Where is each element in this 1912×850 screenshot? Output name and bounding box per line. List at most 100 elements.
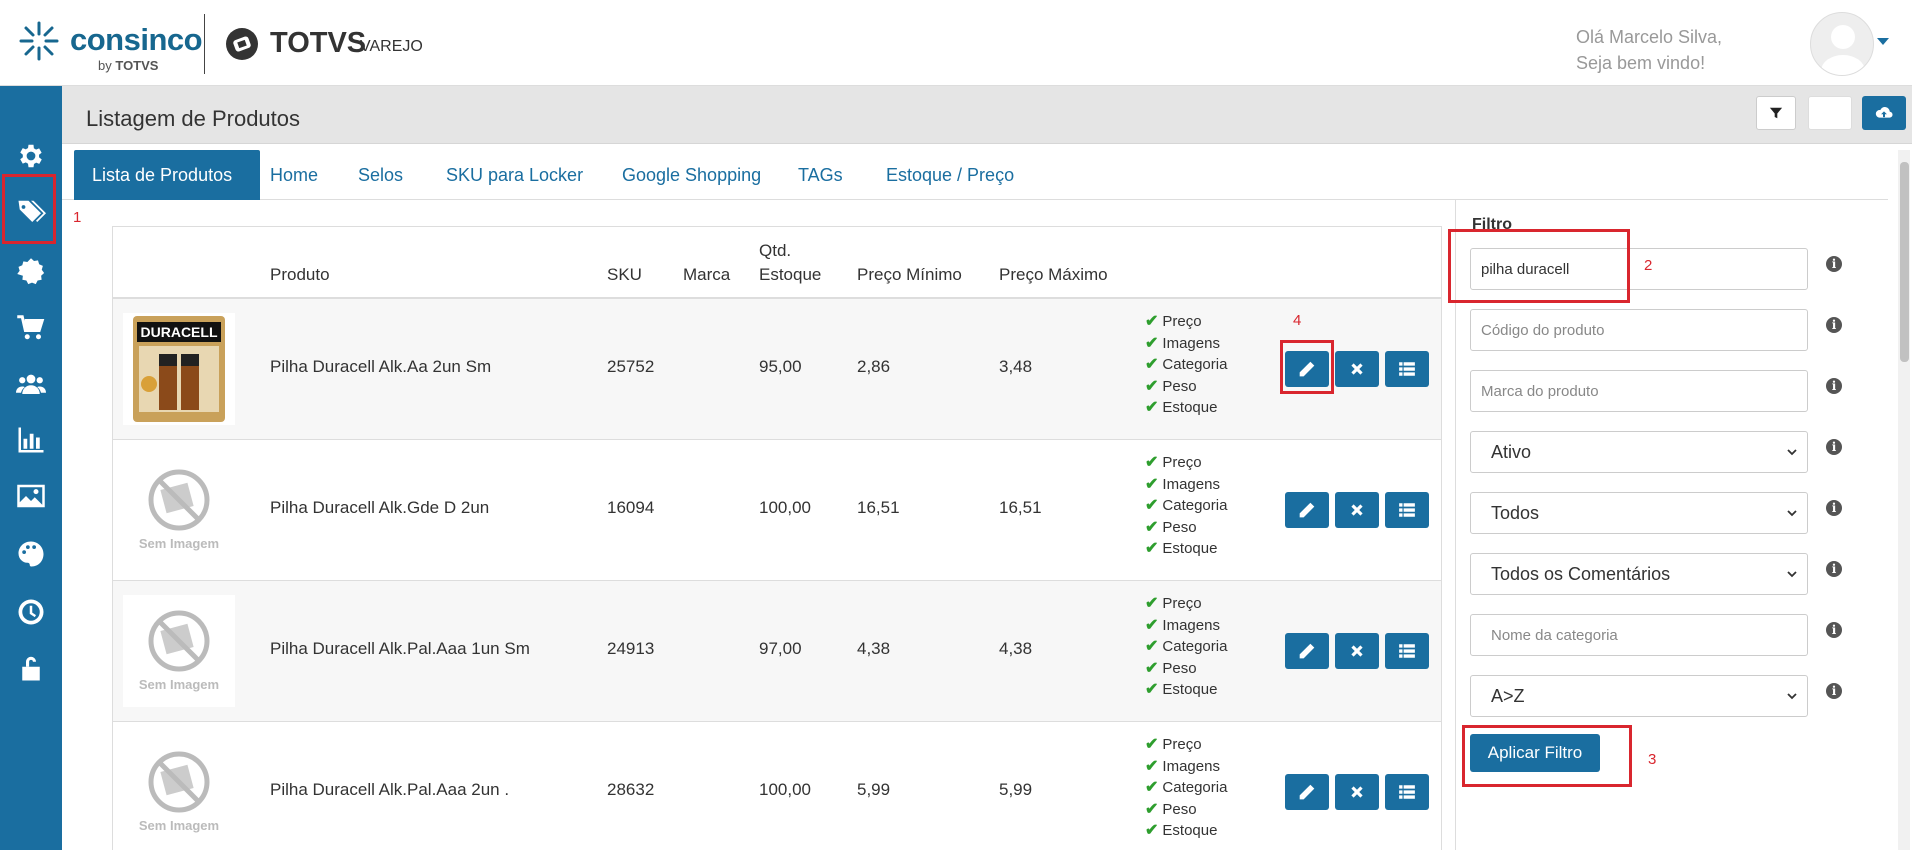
brand-field[interactable]: Marca do produto <box>1470 370 1808 412</box>
status-checklist: ✔ Preço ✔ Imagens ✔ Categoria ✔ Peso ✔ Estoqu… <box>1145 734 1227 842</box>
check-icon: ✔ <box>1145 822 1159 839</box>
no-image-placeholder: Sem Imagem <box>123 454 235 566</box>
cart-icon[interactable] <box>13 310 49 346</box>
products-table: Produto SKU Marca Qtd. Estoque Preço Mín… <box>112 226 1442 850</box>
chevron-down-icon[interactable] <box>1877 38 1889 45</box>
table-header: Produto SKU Marca Qtd. Estoque Preço Mín… <box>113 227 1441 299</box>
table-row: Sem Imagem Pilha Duracell Alk.Pal.Aaa 2u… <box>113 722 1441 850</box>
check-estoque: ✔ Estoque <box>1145 538 1227 560</box>
table-row: Sem Imagem Pilha Duracell Alk.Pal.Aaa 1u… <box>113 581 1441 722</box>
details-button[interactable] <box>1385 633 1429 669</box>
tab-selos[interactable]: Selos <box>340 150 421 200</box>
image-icon[interactable] <box>13 478 49 514</box>
info-icon[interactable]: i <box>1826 500 1842 516</box>
delete-button[interactable] <box>1335 633 1379 669</box>
cell-sku: 16094 <box>607 498 655 517</box>
tab-home[interactable]: Home <box>252 150 336 200</box>
list-icon <box>1399 362 1415 376</box>
tab-lista-de-produtos[interactable]: Lista de Produtos <box>74 150 260 200</box>
cloud-upload-button[interactable] <box>1862 96 1906 130</box>
svg-text:DURACELL: DURACELL <box>141 324 218 340</box>
unlock-icon[interactable] <box>13 650 49 686</box>
cell-qtd: 100,00 <box>759 498 811 517</box>
edit-button[interactable] <box>1285 633 1329 669</box>
gear-icon[interactable] <box>13 138 49 174</box>
cell-preco-max: 16,51 <box>999 498 1042 517</box>
status-checklist: ✔ Preço ✔ Imagens ✔ Categoria ✔ Peso ✔ Estoqu… <box>1145 452 1227 560</box>
cell-preco-max: 4,38 <box>999 639 1033 658</box>
cell-preco-min: 2,86 <box>857 357 891 376</box>
annotation-box-3 <box>1462 725 1632 787</box>
brand-by: by TOTVS <box>98 58 159 73</box>
chevron-down-icon <box>1787 693 1797 700</box>
category-field[interactable]: Nome da categoria <box>1470 614 1808 656</box>
check-icon: ✔ <box>1145 736 1159 753</box>
consinco-logo[interactable]: consinco by TOTVS <box>18 18 203 78</box>
palette-icon[interactable] <box>13 536 49 572</box>
tab-estoque-preco[interactable]: Estoque / Preço <box>868 150 1032 200</box>
comments-select[interactable]: Todos os Comentários <box>1470 553 1808 595</box>
filter-toggle-button[interactable] <box>1756 96 1796 130</box>
info-icon[interactable]: i <box>1826 622 1842 638</box>
delete-button[interactable] <box>1335 351 1379 387</box>
delete-button[interactable] <box>1335 774 1379 810</box>
users-icon[interactable] <box>13 366 49 402</box>
tab-google-shopping[interactable]: Google Shopping <box>604 150 779 200</box>
no-image-placeholder: Sem Imagem <box>123 595 235 707</box>
info-icon[interactable]: i <box>1826 683 1842 699</box>
tab-tags[interactable]: TAGs <box>780 150 861 200</box>
check-icon: ✔ <box>1145 681 1159 698</box>
chevron-down-icon <box>1787 449 1797 456</box>
status-checklist: ✔ Preço ✔ Imagens ✔ Categoria ✔ Peso ✔ Estoqu… <box>1145 311 1227 419</box>
check-peso: ✔ Peso <box>1145 376 1227 398</box>
info-icon[interactable]: i <box>1826 378 1842 394</box>
info-icon[interactable]: i <box>1826 256 1842 272</box>
details-button[interactable] <box>1385 351 1429 387</box>
scrollbar-thumb[interactable] <box>1900 162 1909 362</box>
delete-button[interactable] <box>1335 492 1379 528</box>
edit-button[interactable] <box>1285 774 1329 810</box>
svg-text:Sem Imagem: Sem Imagem <box>139 677 219 692</box>
user-greeting: Olá Marcelo Silva, Seja bem vindo! <box>1576 27 1723 73</box>
cell-preco-min: 5,99 <box>857 780 891 799</box>
check-imagens: ✔ Imagens <box>1145 615 1227 637</box>
type-select[interactable]: Todos <box>1470 492 1808 534</box>
table-row: Sem Imagem Pilha Duracell Alk.Gde D 2un … <box>113 440 1441 581</box>
header-preco-minimo: Preço Mínimo <box>857 265 962 284</box>
info-icon[interactable]: i <box>1826 439 1842 455</box>
badge-icon[interactable] <box>13 254 49 290</box>
annotation-box-1 <box>2 174 56 244</box>
check-peso: ✔ Peso <box>1145 799 1227 821</box>
edit-button[interactable] <box>1285 492 1329 528</box>
info-icon[interactable]: i <box>1826 561 1842 577</box>
clock-icon[interactable] <box>13 594 49 630</box>
cell-produto: Pilha Duracell Alk.Gde D 2un <box>270 498 490 517</box>
list-icon <box>1399 644 1415 658</box>
check-peso: ✔ Peso <box>1145 658 1227 680</box>
status-select[interactable]: Ativo <box>1470 431 1808 473</box>
user-avatar[interactable] <box>1810 12 1874 76</box>
brand-name: consinco <box>70 22 203 57</box>
header-qtd-estoque: Qtd. Estoque <box>759 241 822 284</box>
check-estoque: ✔ Estoque <box>1145 679 1227 701</box>
header-marca: Marca <box>683 265 731 284</box>
check-preco: ✔ Preço <box>1145 734 1227 756</box>
cell-produto: Pilha Duracell Alk.Pal.Aaa 2un . <box>270 780 510 799</box>
details-button[interactable] <box>1385 492 1429 528</box>
cloud-upload-icon <box>1875 107 1893 118</box>
user-silhouette-icon <box>1821 25 1865 75</box>
product-code-field[interactable]: Código do produto <box>1470 309 1808 351</box>
details-button[interactable] <box>1385 774 1429 810</box>
check-icon: ✔ <box>1145 757 1159 775</box>
info-icon[interactable]: i <box>1826 317 1842 333</box>
check-preco: ✔ Preço <box>1145 452 1227 474</box>
tabs-bar: Lista de Produtos Home Selos SKU para Lo… <box>62 144 1888 200</box>
check-icon: ✔ <box>1145 313 1159 330</box>
sort-select[interactable]: A>Z <box>1470 675 1808 717</box>
cell-preco-max: 3,48 <box>999 357 1033 376</box>
tab-sku-para-locker[interactable]: SKU para Locker <box>428 150 601 200</box>
consinco-star-icon <box>19 21 59 61</box>
check-estoque: ✔ Estoque <box>1145 397 1227 419</box>
blank-button[interactable] <box>1808 96 1852 130</box>
bar-chart-icon[interactable] <box>13 422 49 458</box>
